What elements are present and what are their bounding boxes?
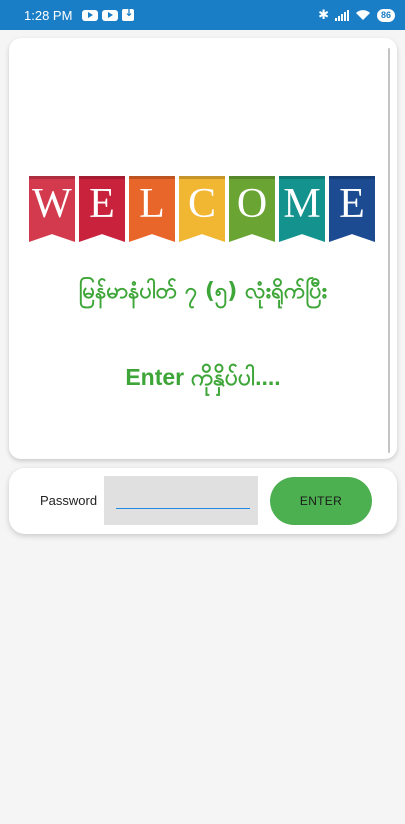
download-icon xyxy=(122,6,135,21)
signal-icon xyxy=(334,9,349,21)
banner-flag: W xyxy=(29,176,75,242)
login-card: Password ENTER xyxy=(9,468,397,534)
banner-letter: O xyxy=(236,181,268,227)
status-time: 1:28 PM xyxy=(24,7,73,23)
banner-flag: L xyxy=(129,176,175,242)
banner-flag: E xyxy=(79,176,125,242)
press-enter-text: Enter ကိုနှိပ်ပါ.... xyxy=(125,364,281,390)
youtube-icon xyxy=(82,9,99,21)
banner-flag: C xyxy=(179,176,225,242)
battery-icon: 86 xyxy=(376,8,395,22)
bluetooth-icon: ✱ xyxy=(318,7,329,23)
status-bar: 1:28 PM ✱ 86 xyxy=(0,0,405,30)
status-icons: ✱ 86 xyxy=(318,8,395,23)
banner-letter: E xyxy=(89,181,115,227)
welcome-banner: WELCOME xyxy=(29,176,375,242)
youtube-icon xyxy=(102,9,119,21)
banner-letter: C xyxy=(187,181,216,227)
instruction-text: မြန်မာနံပါတ် ၇ (၅) လုံးရိုက်ပြီး xyxy=(78,279,328,304)
banner-flag: O xyxy=(229,176,275,242)
password-label: Password xyxy=(40,493,98,508)
banner-letter: L xyxy=(139,181,165,227)
banner-flag: E xyxy=(329,176,375,242)
banner-letter: W xyxy=(32,181,72,227)
enter-button[interactable]: ENTER xyxy=(270,477,372,525)
password-underline xyxy=(116,508,250,509)
banner-letter: E xyxy=(339,181,365,227)
banner-flag: M xyxy=(279,176,325,242)
welcome-card: WELCOME မြန်မာနံပါတ် ၇ (၅) လုံးရိုက်ပြီး… xyxy=(9,38,397,459)
banner-letter: M xyxy=(283,181,321,227)
password-input[interactable] xyxy=(104,476,258,525)
wifi-icon xyxy=(355,10,370,20)
